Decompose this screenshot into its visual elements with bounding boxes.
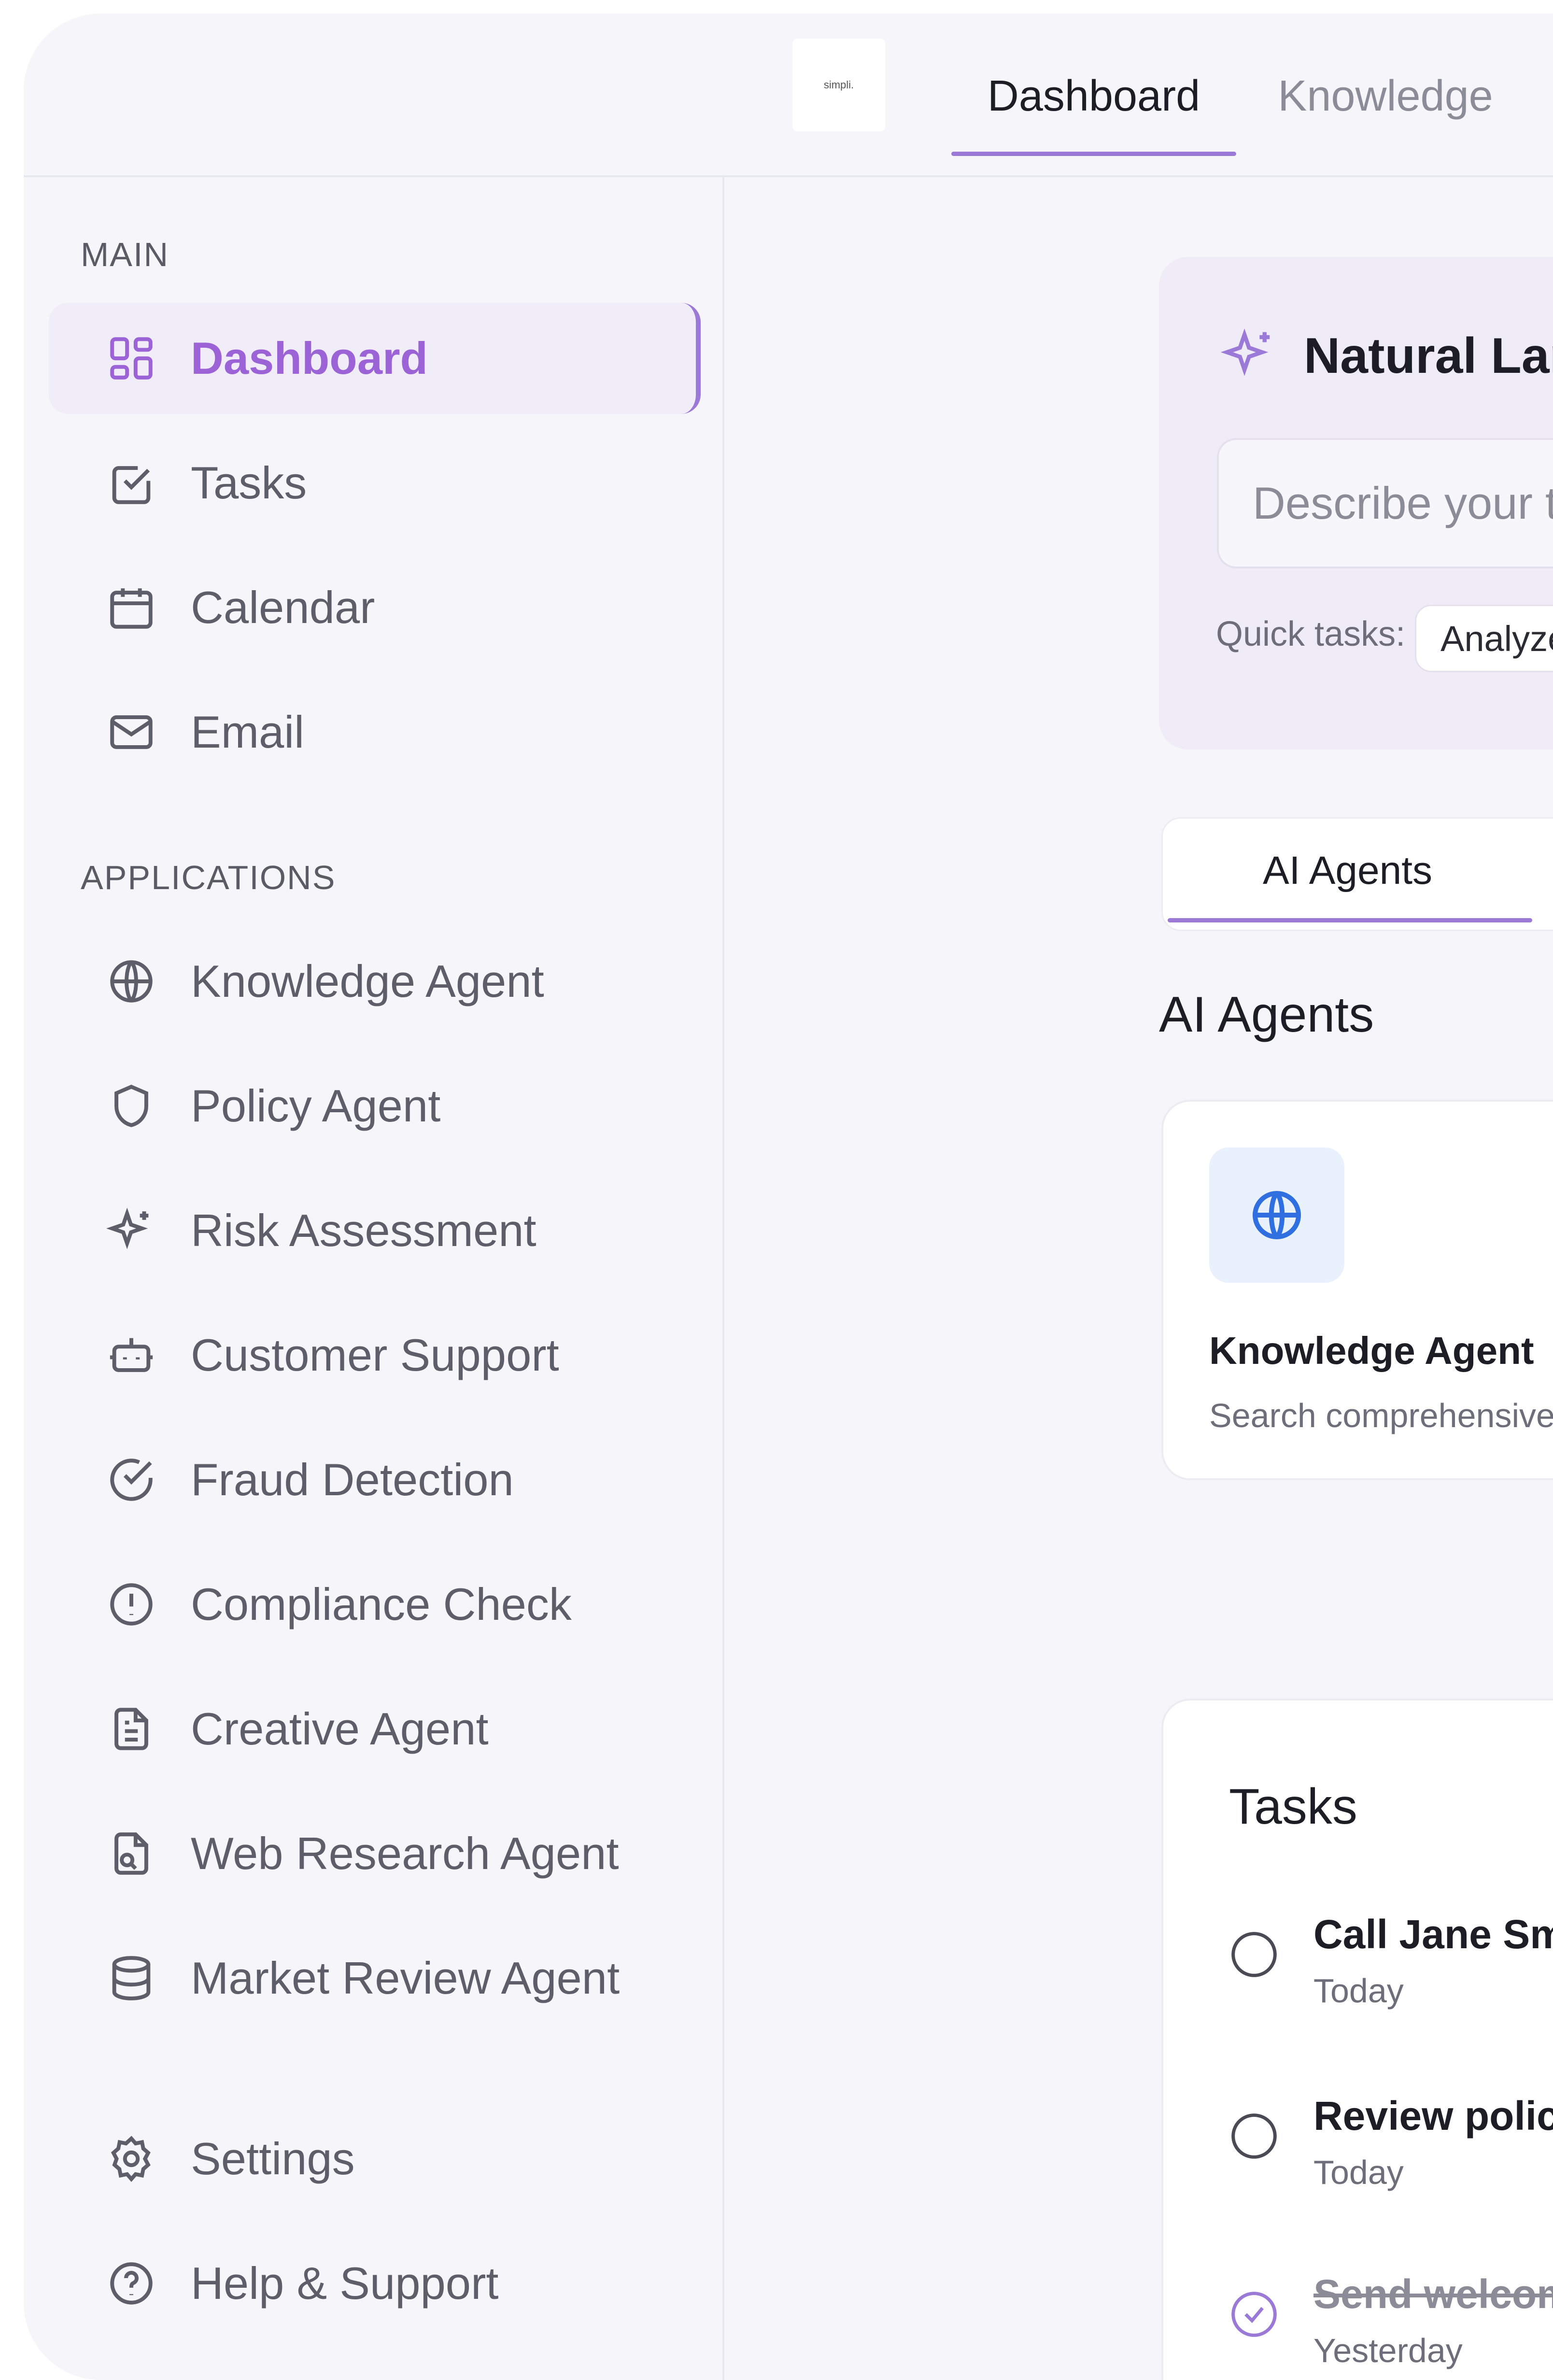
check-circle-icon (106, 1454, 157, 1505)
sidebar-item-label: Risk Assessment (191, 1205, 536, 1256)
agent-icon-box (1209, 1148, 1344, 1283)
sidebar-item-web-research-agent[interactable]: Web Research Agent (49, 1798, 701, 1909)
task-title: Send welcom (1313, 2271, 1553, 2317)
sidebar-item-label: Web Research Agent (191, 1828, 619, 1879)
grid-icon (106, 333, 157, 384)
section-label-applications: APPLICATIONS (81, 859, 336, 896)
tab-knowledge[interactable]: Knowledge (1250, 52, 1521, 156)
sparkle-icon (1220, 328, 1270, 376)
sidebar-item-label: Policy Agent (191, 1080, 441, 1131)
calendar-icon (106, 582, 157, 633)
alert-circle-icon (106, 1579, 157, 1630)
tab-dashboard-label: Dashboard (987, 72, 1200, 120)
sidebar-item-label: Customer Support (191, 1330, 559, 1380)
natural-language-card: Natural Lang Describe your t Quick tasks… (1159, 257, 1553, 750)
sidebar-item-risk-assessment[interactable]: Risk Assessment (49, 1175, 701, 1286)
sidebar-item-dashboard[interactable]: Dashboard (49, 303, 701, 414)
task-due: Yesterday (1313, 2332, 1463, 2369)
mail-icon (106, 707, 157, 758)
top-navigation-bar: simpli. Dashboard Knowledge (24, 14, 1553, 177)
task-description-input[interactable]: Describe your t (1217, 438, 1553, 568)
sidebar-item-label: Tasks (191, 457, 307, 508)
task-item[interactable]: Call Jane Smit Today (1229, 1911, 1553, 2027)
sidebar-item-label: Knowledge Agent (191, 956, 544, 1006)
sidebar-item-label: Settings (191, 2133, 355, 2184)
task-due: Today (1313, 1972, 1404, 2010)
sidebar-item-label: Help & Support (191, 2258, 499, 2309)
sidebar: MAIN Dashboard Tasks Calendar Email APPL… (24, 177, 724, 2380)
sidebar-item-label: Creative Agent (191, 1703, 489, 1754)
task-checkbox-icon[interactable] (1229, 2111, 1279, 2161)
sidebar-item-compliance-check[interactable]: Compliance Check (49, 1549, 701, 1660)
agent-name: Knowledge Agent (1209, 1329, 1534, 1372)
tab-dashboard[interactable]: Dashboard (951, 52, 1236, 156)
tab-knowledge-label: Knowledge (1278, 72, 1493, 120)
sidebar-item-email[interactable]: Email (49, 677, 701, 788)
sidebar-item-label: Calendar (191, 582, 375, 633)
main-content: Natural Lang Describe your t Quick tasks… (724, 177, 1553, 2380)
agent-card-knowledge[interactable]: Knowledge Agent Search comprehensive (1161, 1100, 1553, 1480)
content-tabs: AI Agents (1161, 817, 1553, 931)
quick-task-chip-analyze[interactable]: Analyze (1415, 605, 1553, 672)
task-checkbox-icon[interactable] (1229, 1929, 1279, 1980)
tab-ai-agents[interactable]: AI Agents (1163, 819, 1532, 922)
task-title: Review policy (1313, 2093, 1553, 2139)
bot-icon (106, 1330, 157, 1381)
sidebar-item-tasks[interactable]: Tasks (49, 427, 701, 538)
task-title: Call Jane Smit (1313, 1912, 1553, 1957)
sparkle-icon (106, 1205, 157, 1256)
sidebar-item-label: Email (191, 707, 305, 757)
tasks-title: Tasks (1229, 1779, 1357, 1835)
database-icon (106, 1953, 157, 2004)
sidebar-item-label: Market Review Agent (191, 1953, 620, 2003)
active-tab-indicator (1168, 918, 1532, 922)
natural-language-title: Natural Lang (1304, 328, 1553, 384)
tab-ai-agents-label: AI Agents (1262, 848, 1433, 892)
globe-icon (1253, 1191, 1301, 1239)
document-icon (106, 1703, 157, 1755)
sidebar-item-label: Fraud Detection (191, 1454, 514, 1505)
agent-description: Search comprehensive (1209, 1397, 1553, 1434)
checkbox-icon (106, 457, 157, 509)
sidebar-item-label: Dashboard (191, 333, 428, 383)
sidebar-item-help-support[interactable]: Help & Support (49, 2228, 701, 2339)
gear-icon (106, 2133, 157, 2184)
sidebar-item-customer-support[interactable]: Customer Support (49, 1300, 701, 1411)
sidebar-item-fraud-detection[interactable]: Fraud Detection (49, 1424, 701, 1535)
sidebar-item-settings[interactable]: Settings (49, 2103, 701, 2214)
logo-text: simpli. (823, 79, 854, 91)
task-input-placeholder: Describe your t (1253, 478, 1553, 528)
ai-agents-heading: AI Agents (1159, 987, 1374, 1043)
app-window: simpli. Dashboard Knowledge MAIN Dashboa… (24, 14, 1553, 2380)
task-item[interactable]: Send welcom Yesterday (1229, 2271, 1553, 2380)
help-circle-icon (106, 2258, 157, 2309)
sidebar-item-market-review-agent[interactable]: Market Review Agent (49, 1923, 701, 2034)
file-search-icon (106, 1828, 157, 1879)
task-item[interactable]: Review policy Today (1229, 2093, 1553, 2209)
shield-icon (106, 1080, 157, 1132)
quick-task-chip-label: Analyze (1440, 618, 1553, 659)
sidebar-item-calendar[interactable]: Calendar (49, 552, 701, 663)
sidebar-item-policy-agent[interactable]: Policy Agent (49, 1050, 701, 1162)
app-logo[interactable]: simpli. (792, 39, 885, 131)
section-label-main: MAIN (81, 236, 169, 273)
task-checked-icon[interactable] (1229, 2289, 1279, 2339)
globe-icon (106, 956, 157, 1007)
sidebar-item-creative-agent[interactable]: Creative Agent (49, 1673, 701, 1785)
task-due: Today (1313, 2153, 1404, 2191)
quick-tasks-label: Quick tasks: (1216, 615, 1406, 653)
active-tab-indicator (951, 152, 1236, 156)
sidebar-item-label: Compliance Check (191, 1579, 572, 1629)
sidebar-item-knowledge-agent[interactable]: Knowledge Agent (49, 926, 701, 1037)
